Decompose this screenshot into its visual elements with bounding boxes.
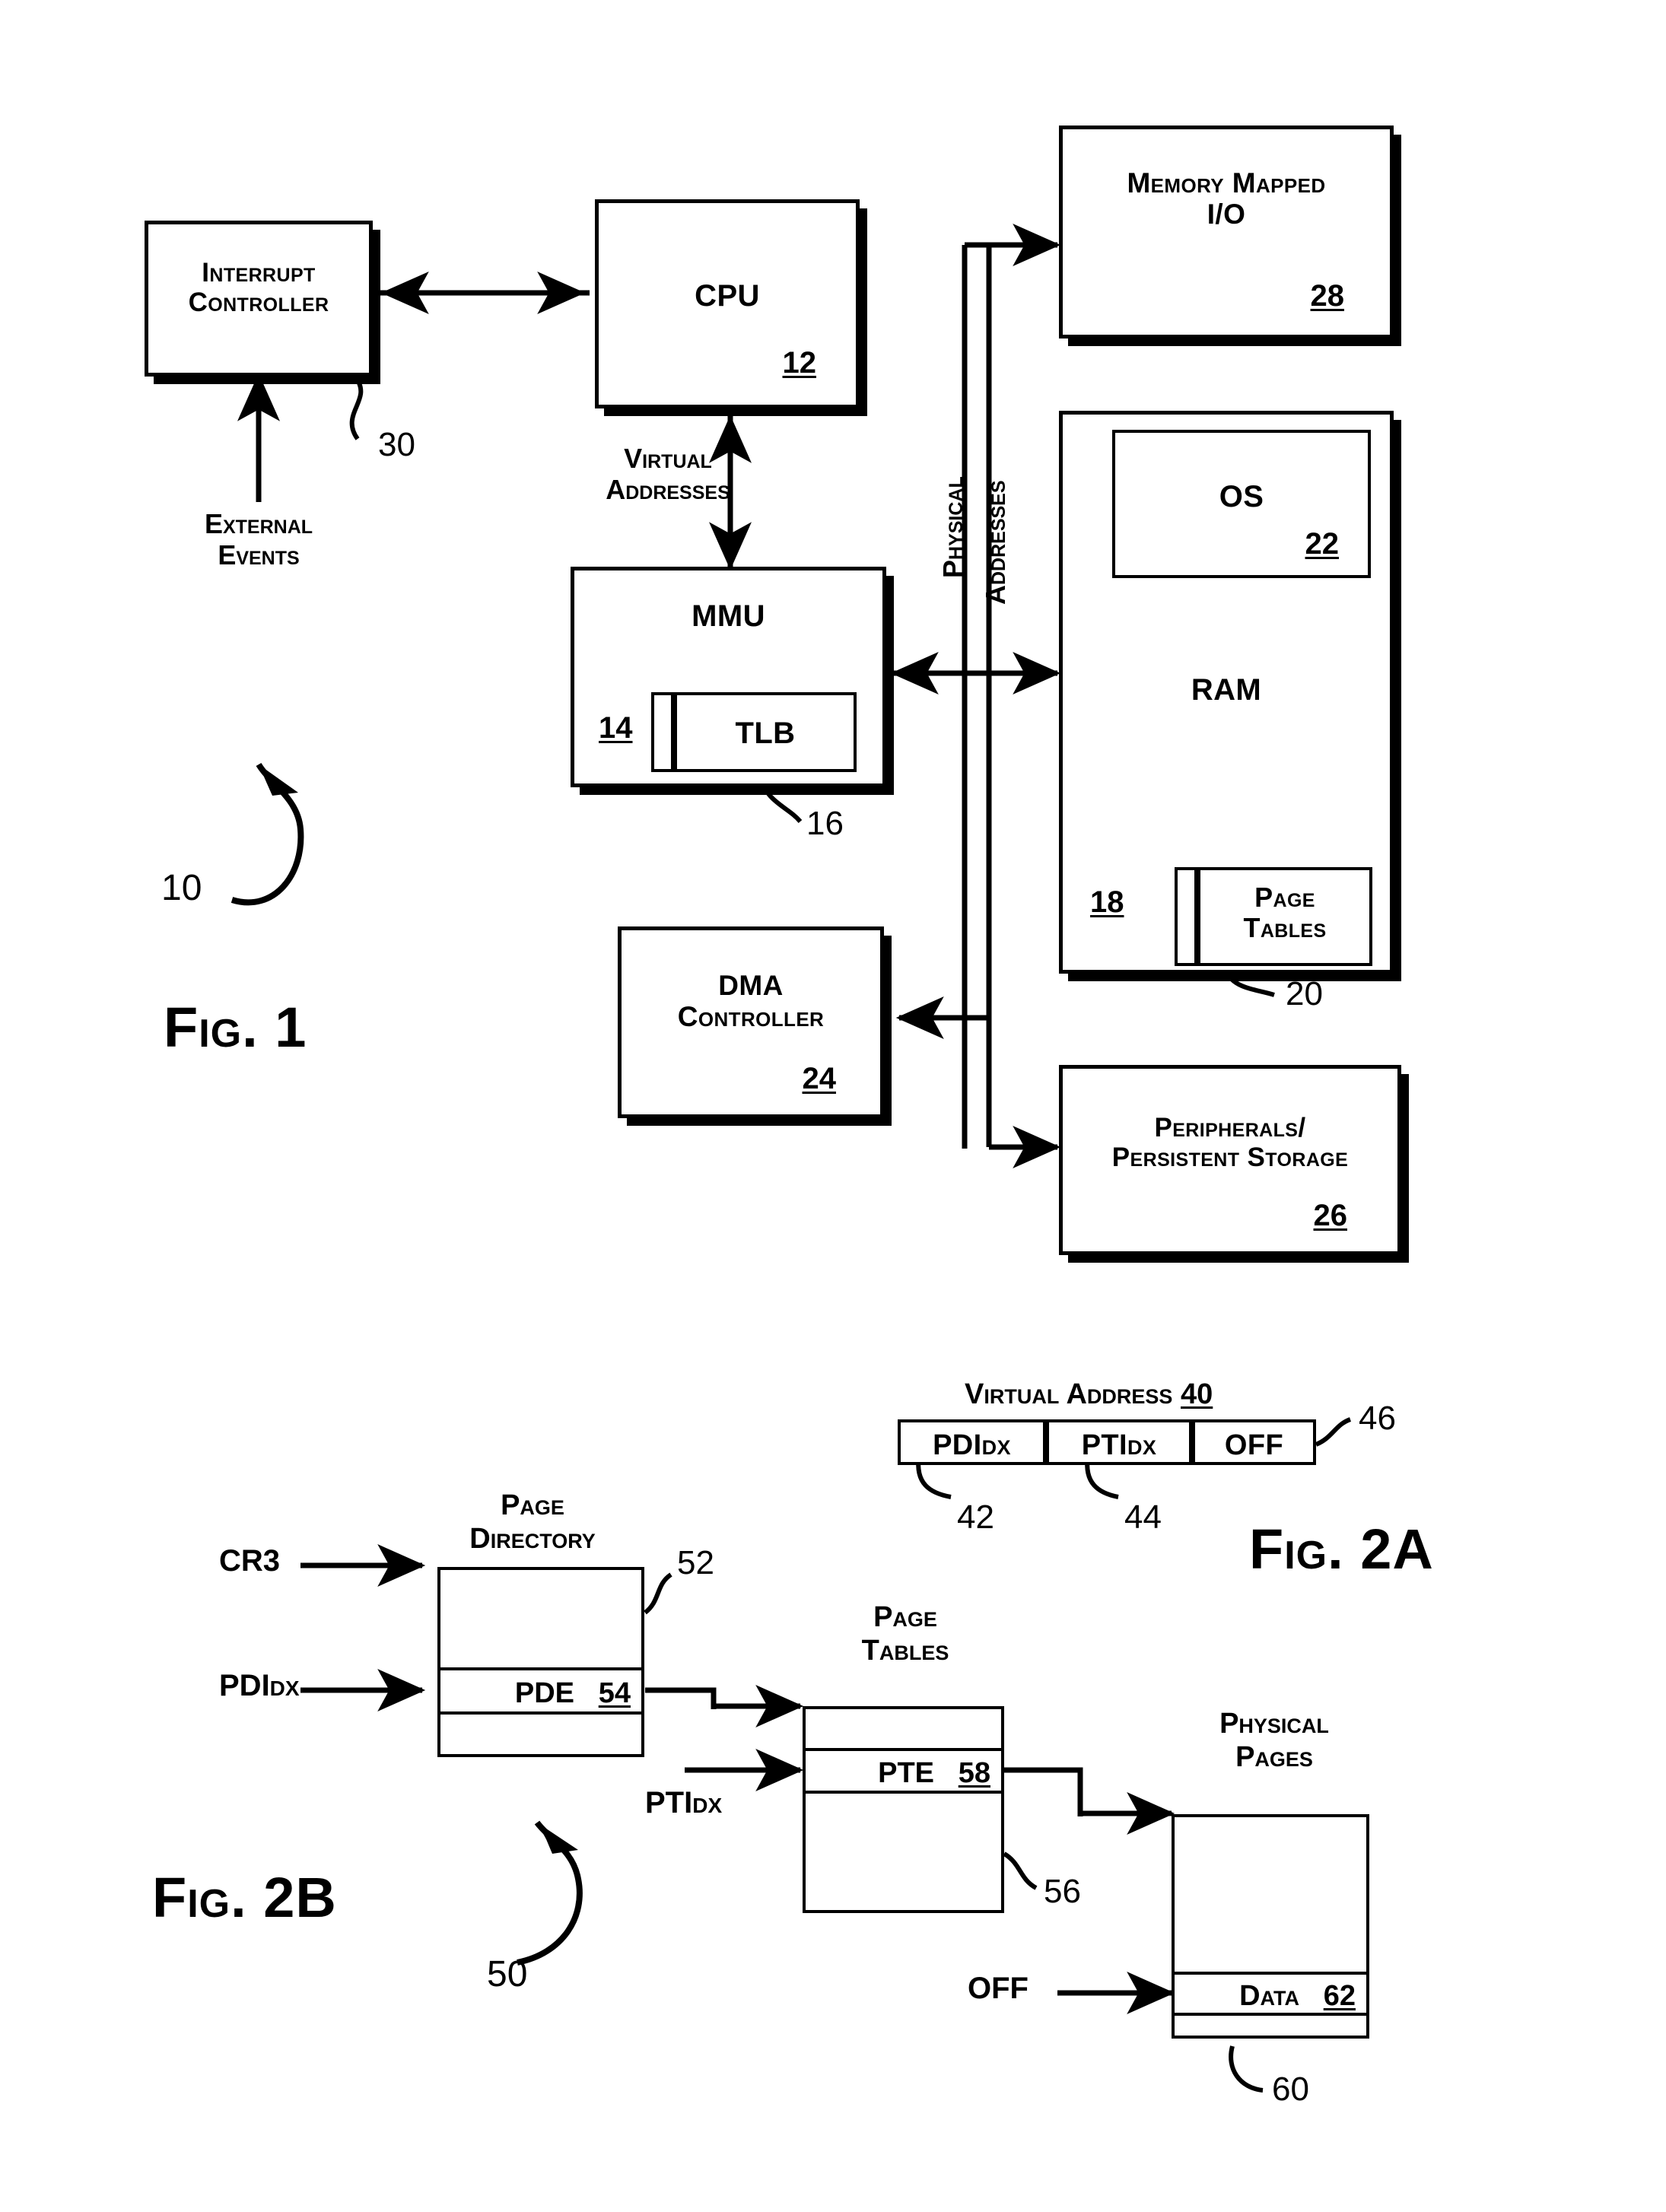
physical-pages-data-row: Data 62 [1172,1972,1369,2016]
block-dma-controller: DMA Controller 24 [618,926,884,1118]
input-pdidx-label: PDIdx [219,1669,300,1702]
ref-26: 26 [1313,1199,1348,1232]
ref-10: 10 [161,868,202,908]
interrupt-controller-label: Interrupt Controller [188,258,329,318]
physical-pages-title: Physical Pages [1219,1708,1329,1773]
ref-46: 46 [1359,1400,1396,1437]
block-page-tables: Page Tables [1197,867,1372,966]
cpu-label: CPU [695,279,760,313]
block-interrupt-controller: Interrupt Controller [145,221,373,377]
ref-54: 54 [598,1677,631,1709]
page-tables-label: Page Tables [1243,882,1327,944]
ref-30: 30 [378,426,415,463]
struct-page-tables [803,1706,1004,1913]
ref-16: 16 [806,805,844,842]
ref-58: 58 [958,1757,990,1789]
virtual-address-title-text: Virtual Address [965,1378,1173,1410]
block-tlb: TLB [674,692,857,772]
tlb-label: TLB [735,717,796,750]
data-entry-text: Data 62 [1239,1980,1356,2013]
pte-label: PTE [878,1757,935,1789]
figure-2a-caption: Fig. 2A [1249,1518,1434,1581]
ref-24: 24 [802,1062,837,1095]
block-peripherals-persistent-storage: Peripherals/ Persistent Storage 26 [1059,1065,1401,1255]
data-label: Data [1239,1980,1300,2012]
ref-52: 52 [677,1544,714,1581]
ref-28: 28 [1310,279,1345,313]
ref-40: 40 [1181,1378,1213,1410]
ref-18: 18 [1090,885,1124,919]
memory-mapped-io-label: Memory Mapped I/O [1127,167,1326,230]
page-directory-title: Page Directory [469,1489,596,1555]
patent-figure-sheet: Interrupt Controller 30 External Events … [0,0,1666,2212]
input-off-label: OFF [968,1972,1029,2005]
block-memory-mapped-io: Memory Mapped I/O 28 [1059,126,1394,338]
ref-50: 50 [487,1954,528,1994]
page-tables-entry-row: PTE 58 [803,1748,1004,1794]
page-tables-title-2b: Page Tables [861,1601,949,1667]
struct-page-directory [437,1567,644,1757]
ref-22: 22 [1305,527,1340,561]
va-field-ptidx: PTIdx [1046,1419,1192,1465]
ref-56: 56 [1044,1873,1081,1910]
input-ptidx-label: PTIdx [645,1786,723,1819]
tlb-sliver [651,692,674,772]
va-field-off: OFF [1192,1419,1316,1465]
virtual-addresses-label: Virtual Addresses [606,443,730,506]
ref-14: 14 [599,711,633,745]
ref-62: 62 [1323,1980,1356,2012]
external-events-label: External Events [204,508,313,571]
block-cpu: CPU 12 [595,199,860,408]
dma-controller-label: DMA Controller [677,970,825,1033]
mmu-label: MMU [692,599,765,633]
page-tables-sliver [1175,867,1197,966]
ref-44: 44 [1124,1499,1162,1536]
figure-2b-caption: Fig. 2B [152,1866,337,1929]
page-directory-entry-row: PDE 54 [437,1667,644,1715]
pde-entry-text: PDE 54 [515,1677,631,1710]
input-cr3-label: CR3 [219,1544,281,1578]
pte-entry-text: PTE 58 [878,1757,990,1790]
ref-20: 20 [1286,975,1323,1012]
ref-42: 42 [957,1499,994,1536]
physical-label: Physical [937,476,968,578]
va-field-off-label: OFF [1224,1429,1284,1461]
ram-label: RAM [1191,673,1262,707]
va-field-pdidx-label: PDIdx [933,1429,1011,1461]
virtual-address-title: Virtual Address 40 [965,1378,1213,1411]
ref-12: 12 [782,346,817,380]
va-field-ptidx-label: PTIdx [1081,1429,1157,1461]
ref-60: 60 [1272,2071,1309,2108]
pde-label: PDE [514,1677,575,1709]
peripherals-label: Peripherals/ Persistent Storage [1111,1113,1349,1173]
os-label: OS [1219,480,1264,513]
figure-1-caption: Fig. 1 [164,996,307,1059]
va-field-pdidx: PDIdx [898,1419,1046,1465]
addresses-label: Addresses [980,480,1011,605]
block-os: OS 22 [1112,430,1371,578]
